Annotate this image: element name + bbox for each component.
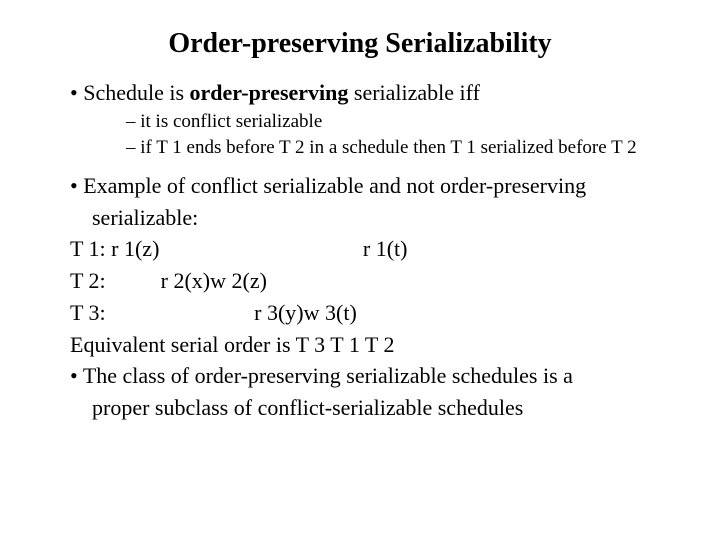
schedule-t1: T 1: r 1(z) r 1(t) bbox=[40, 234, 680, 264]
schedule-t2: T 2: r 2(x)w 2(z) bbox=[40, 266, 680, 296]
sub-bullet-order: if T 1 ends before T 2 in a schedule the… bbox=[40, 136, 680, 161]
slide: Order-preserving Serializability Schedul… bbox=[0, 0, 720, 540]
bullet-subclass-cont: proper subclass of conflict-serializable… bbox=[40, 393, 680, 423]
text-bold: order-preserving bbox=[190, 80, 354, 105]
bullet-subclass: The class of order-preserving serializab… bbox=[40, 361, 680, 391]
bullet-example-cont: serializable: bbox=[40, 203, 680, 233]
bullet-example: Example of conflict serializable and not… bbox=[40, 171, 680, 201]
page-title: Order-preserving Serializability bbox=[40, 28, 680, 60]
text: serializable iff bbox=[354, 80, 480, 105]
equivalent-order: Equivalent serial order is T 3 T 1 T 2 bbox=[40, 330, 680, 360]
schedule-t3: T 3: r 3(y)w 3(t) bbox=[40, 298, 680, 328]
bullet-definition: Schedule is order-preserving serializabl… bbox=[40, 78, 680, 108]
text: Schedule is bbox=[83, 80, 189, 105]
sub-bullet-conflict: it is conflict serializable bbox=[40, 110, 680, 135]
